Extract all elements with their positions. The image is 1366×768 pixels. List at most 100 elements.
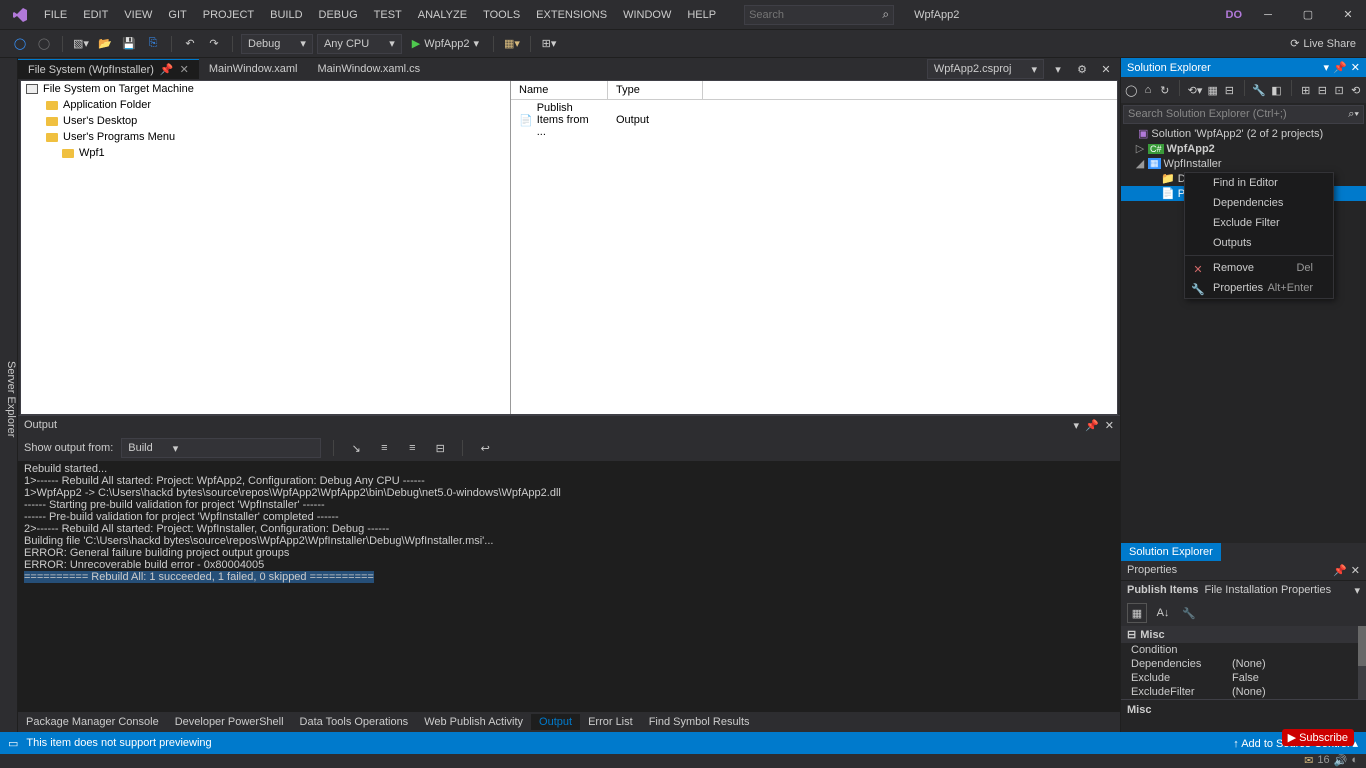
view3-icon[interactable]: ⊡ <box>1333 80 1346 100</box>
redo-icon[interactable]: ↷ <box>204 34 224 54</box>
scrollbar[interactable] <box>1358 626 1366 699</box>
menu-file[interactable]: FILE <box>36 5 75 25</box>
bottom-tab[interactable]: Developer PowerShell <box>167 714 292 730</box>
solution-explorer-tab[interactable]: Solution Explorer <box>1121 543 1221 561</box>
document-tab[interactable]: MainWindow.xaml.cs <box>307 59 430 79</box>
bottom-tab[interactable]: Data Tools Operations <box>292 714 417 730</box>
document-tab[interactable]: MainWindow.xaml <box>199 59 308 79</box>
show-all-icon[interactable]: ▦ <box>1206 80 1219 100</box>
context-menu-item[interactable]: Exclude Filter <box>1185 213 1333 233</box>
close-icon[interactable]: ✕ <box>1351 564 1360 577</box>
solution-search[interactable]: Search Solution Explorer (Ctrl+;) ⌕▾ <box>1123 105 1364 124</box>
menu-git[interactable]: GIT <box>160 5 194 25</box>
alpha-icon[interactable]: A↓ <box>1153 603 1173 623</box>
view1-icon[interactable]: ⊞ <box>1299 80 1312 100</box>
file-list[interactable]: Name Type 📄Publish Items from ... Output <box>511 81 1117 414</box>
menu-help[interactable]: HELP <box>679 5 724 25</box>
live-share-button[interactable]: ⟳ Live Share <box>1290 37 1356 50</box>
column-name[interactable]: Name <box>511 81 608 99</box>
tree-item[interactable]: User's Desktop <box>21 113 510 129</box>
user-badge[interactable]: DO <box>1226 9 1243 21</box>
close-icon[interactable]: ✕ <box>180 63 189 76</box>
project-node[interactable]: ▷ C# WpfApp2 <box>1121 141 1366 156</box>
pin-icon[interactable]: 📌 <box>1333 61 1347 74</box>
save-icon[interactable]: 💾 <box>119 34 139 54</box>
property-row[interactable]: Dependencies(None) <box>1121 657 1366 671</box>
pin-icon[interactable]: 📌 <box>160 63 174 76</box>
search-input[interactable] <box>749 9 869 21</box>
wrap-icon[interactable]: ↩ <box>475 438 495 458</box>
maximize-button[interactable]: ▢ <box>1294 5 1322 25</box>
context-menu-item[interactable]: 🔧PropertiesAlt+Enter <box>1185 278 1333 298</box>
bottom-tab[interactable]: Find Symbol Results <box>641 714 758 730</box>
bottom-tab[interactable]: Error List <box>580 714 641 730</box>
tab-gear-icon[interactable]: ⚙ <box>1072 59 1092 79</box>
back-icon[interactable]: ◯ <box>10 34 30 54</box>
menu-analyze[interactable]: ANALYZE <box>410 5 475 25</box>
forward-icon[interactable]: ◯ <box>34 34 54 54</box>
tool-icon-2[interactable]: ⊞▾ <box>539 34 559 54</box>
home-icon[interactable]: ◯ <box>1125 80 1138 100</box>
bottom-tab[interactable]: Output <box>531 714 580 730</box>
context-menu-item[interactable]: Find in Editor <box>1185 173 1333 193</box>
tree-item[interactable]: Application Folder <box>21 97 510 113</box>
tray-icon[interactable]: 🔊 <box>1334 754 1348 767</box>
refresh-icon[interactable]: ⟲▾ <box>1188 80 1203 100</box>
collapse-icon[interactable]: ⊟ <box>1223 80 1236 100</box>
prev-icon[interactable]: ≡ <box>374 438 394 458</box>
close-icon[interactable]: ✕ <box>1105 419 1114 432</box>
close-button[interactable]: ✕ <box>1334 5 1362 25</box>
prop-icon[interactable]: 🔧 <box>1252 80 1266 100</box>
nav-combo[interactable]: WpfApp2.csproj▾ <box>927 59 1044 79</box>
solution-root[interactable]: ▣ Solution 'WpfApp2' (2 of 2 projects) <box>1121 126 1366 141</box>
undo-icon[interactable]: ↶ <box>180 34 200 54</box>
save-all-icon[interactable]: ⎘ <box>143 34 163 54</box>
new-project-icon[interactable]: ▧▾ <box>71 34 91 54</box>
document-tab[interactable]: File System (WpfInstaller)📌✕ <box>18 59 199 79</box>
tree-item[interactable]: User's Programs Menu <box>21 129 510 145</box>
start-debug-button[interactable]: ▶ WpfApp2▾ <box>406 37 485 50</box>
tree-root[interactable]: File System on Target Machine <box>21 81 510 97</box>
menu-test[interactable]: TEST <box>366 5 410 25</box>
context-menu-item[interactable]: Dependencies <box>1185 193 1333 213</box>
tray-icon[interactable]: ◐ <box>1351 754 1358 766</box>
category-misc[interactable]: ⊟Misc <box>1121 626 1366 643</box>
property-row[interactable]: Condition <box>1121 643 1366 657</box>
menu-project[interactable]: PROJECT <box>195 5 262 25</box>
dropdown-icon[interactable]: ▾ <box>1074 419 1080 432</box>
tab-options-icon[interactable]: ▾ <box>1048 59 1068 79</box>
home2-icon[interactable]: ⌂ <box>1142 80 1155 100</box>
view2-icon[interactable]: ⊟ <box>1316 80 1329 100</box>
column-type[interactable]: Type <box>608 81 703 99</box>
tree-item[interactable]: Wpf1 <box>21 145 510 161</box>
project-node[interactable]: ◢ ▦ WpfInstaller <box>1121 156 1366 171</box>
menu-extensions[interactable]: EXTENSIONS <box>528 5 615 25</box>
server-explorer-rail[interactable]: Server Explorer <box>0 58 18 732</box>
platform-combo[interactable]: Any CPU▾ <box>317 34 402 54</box>
open-icon[interactable]: 📂 <box>95 34 115 54</box>
properties-object[interactable]: Publish Items File Installation Properti… <box>1121 580 1366 600</box>
properties-grid[interactable]: ⊟Misc ConditionDependencies(None) Exclude… <box>1121 626 1366 699</box>
menu-window[interactable]: WINDOW <box>615 5 679 25</box>
wrench-icon[interactable]: 🔧 <box>1179 603 1199 623</box>
context-menu-item[interactable]: Outputs <box>1185 233 1333 253</box>
goto-icon[interactable]: ↘ <box>346 438 366 458</box>
menu-build[interactable]: BUILD <box>262 5 310 25</box>
dropdown-icon[interactable]: ▾ <box>1324 61 1330 74</box>
menu-debug[interactable]: DEBUG <box>311 5 366 25</box>
search-box[interactable]: ⌕ <box>744 5 894 25</box>
categorized-icon[interactable]: ▦ <box>1127 603 1147 623</box>
context-menu-item[interactable]: ✕RemoveDel <box>1185 258 1333 278</box>
file-system-tree[interactable]: File System on Target Machine Applicatio… <box>21 81 511 414</box>
bottom-tab[interactable]: Package Manager Console <box>18 714 167 730</box>
menu-view[interactable]: VIEW <box>116 5 160 25</box>
menu-edit[interactable]: EDIT <box>75 5 116 25</box>
pin-icon[interactable]: 📌 <box>1085 419 1099 432</box>
close-icon[interactable]: ✕ <box>1351 61 1360 74</box>
tab-close-all-icon[interactable]: ✕ <box>1096 59 1116 79</box>
sync-icon[interactable]: ↻ <box>1158 80 1171 100</box>
tray-icon[interactable]: ✉ <box>1304 754 1313 767</box>
config-combo[interactable]: Debug▾ <box>241 34 313 54</box>
next-icon[interactable]: ≡ <box>402 438 422 458</box>
property-row[interactable]: ExcludeFilter(None) <box>1121 685 1366 699</box>
